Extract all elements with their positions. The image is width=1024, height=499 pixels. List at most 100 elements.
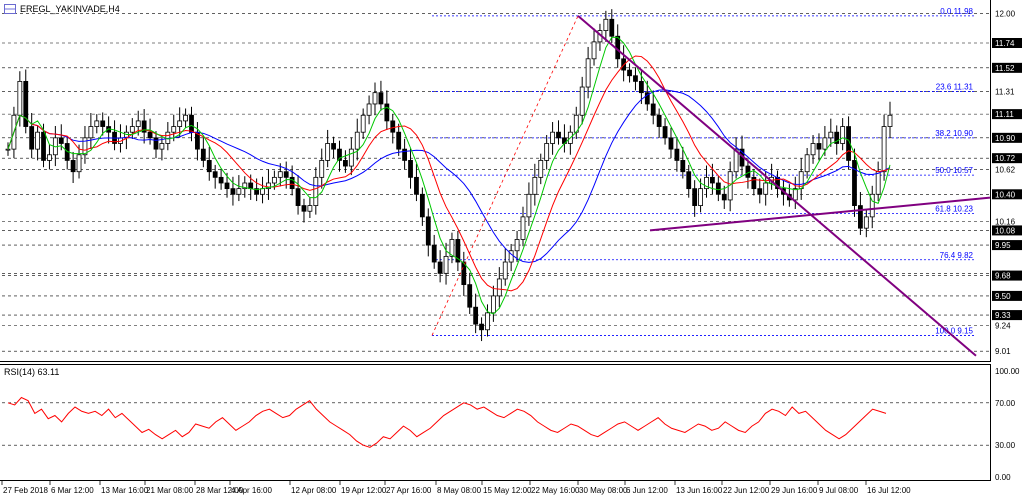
price-axis-label-highlighted: 10.40 xyxy=(995,190,1016,199)
candle-body xyxy=(490,295,496,314)
time-axis-label: 12 Apr 08:00 xyxy=(291,486,337,495)
candle-body xyxy=(47,154,52,161)
price-axis-label-highlighted: 9.95 xyxy=(995,241,1011,250)
time-axis-label: 19 Apr 12:00 xyxy=(341,486,387,495)
candle-body xyxy=(248,182,254,190)
time-axis-label: 6 Jun 12:00 xyxy=(626,486,668,495)
candle-body xyxy=(591,41,597,60)
candle-body xyxy=(680,160,686,173)
candle-body xyxy=(881,126,887,173)
candle-body xyxy=(319,160,325,178)
price-axis-label: 11.31 xyxy=(995,88,1015,97)
candle-body xyxy=(384,103,390,122)
candle-body xyxy=(129,126,135,133)
time-axis-label: 4 Apr 16:00 xyxy=(231,486,272,495)
candle-body xyxy=(526,193,532,218)
candle-body xyxy=(224,182,230,190)
fibonacci-label: 61.8 10.23 xyxy=(935,204,973,213)
price-axis-label: 9.01 xyxy=(995,347,1011,356)
time-axis-label: 30 May 08:00 xyxy=(579,486,628,495)
candle-body xyxy=(419,193,425,218)
candle-body xyxy=(745,165,751,178)
price-axis-label-highlighted: 10.72 xyxy=(995,154,1016,163)
candle-body xyxy=(544,143,550,161)
candle-body xyxy=(858,205,863,229)
price-axis-label-highlighted: 10.08 xyxy=(995,226,1016,235)
candle-body xyxy=(721,193,727,201)
candle-body xyxy=(757,188,763,195)
fibonacci-label: 76.4 9.82 xyxy=(940,251,974,260)
candle-body xyxy=(295,188,301,206)
candle-body xyxy=(603,18,609,31)
candle-body xyxy=(715,182,721,195)
candle-body xyxy=(550,131,555,144)
candle-body xyxy=(58,137,64,144)
candle-body xyxy=(35,131,40,150)
candle-body xyxy=(230,188,236,195)
candle-body xyxy=(307,205,313,212)
price-axis-label-highlighted: 9.33 xyxy=(995,311,1011,320)
candle-body xyxy=(183,114,188,122)
price-axis-label-highlighted: 9.68 xyxy=(995,272,1011,281)
candle-body xyxy=(692,188,698,206)
candle-body xyxy=(662,126,668,139)
rsi-axis-label: 0.00 xyxy=(995,473,1011,482)
candle-body xyxy=(343,160,348,167)
candle-body xyxy=(331,143,336,150)
candle-body xyxy=(283,171,289,178)
candle-body xyxy=(372,92,378,105)
price-chart-canvas[interactable]: 12.00 11.74 11.52 11.31 11.11 10.90 10.72 10.62… xyxy=(0,0,1024,362)
candle-body xyxy=(840,126,846,144)
candle-body xyxy=(710,176,715,184)
candle-body xyxy=(763,182,769,195)
candle-body xyxy=(863,216,869,229)
time-axis-label: 27 Apr 16:00 xyxy=(386,486,432,495)
candle-body xyxy=(556,131,561,139)
candle-body xyxy=(153,137,159,150)
time-axis-label: 21 Mar 08:00 xyxy=(146,486,194,495)
candle-body xyxy=(804,154,810,173)
price-axis-label: 9.24 xyxy=(995,321,1011,330)
candle-body xyxy=(792,188,798,201)
ma-fast-line xyxy=(7,36,891,315)
candle-body xyxy=(496,278,502,297)
fibonacci-anchor-line xyxy=(431,15,579,336)
candle-body xyxy=(177,120,183,127)
price-chart-pane[interactable]: 12.00 11.74 11.52 11.31 11.11 10.90 10.72 10.62… xyxy=(0,0,1022,362)
candle-body xyxy=(301,205,307,212)
rsi-indicator-pane[interactable]: 100.00 70.00 30.00 0.00 xyxy=(0,364,1020,482)
price-axis-label: 12.00 xyxy=(995,10,1016,19)
price-axis-label-highlighted: 9.50 xyxy=(995,292,1011,301)
time-axis-label: 22 Jun 12:00 xyxy=(723,486,770,495)
candle-body xyxy=(396,131,402,150)
candle-body xyxy=(437,261,443,274)
candle-body xyxy=(189,114,194,133)
chart-window: 12.00 11.74 11.52 11.31 11.11 10.90 10.72 10.62… xyxy=(0,0,1024,499)
candle-body xyxy=(277,171,283,178)
time-axis-label: 6 Mar 12:00 xyxy=(51,486,94,495)
candle-body xyxy=(88,126,94,139)
rsi-label: RSI(14) 63.11 xyxy=(4,367,60,377)
rsi-axis-label: 30.00 xyxy=(995,441,1016,450)
candle-body xyxy=(810,143,816,156)
candle-body xyxy=(70,160,76,173)
candle-body xyxy=(414,176,419,195)
candle-body xyxy=(633,75,638,82)
rsi-canvas[interactable]: 100.00 70.00 30.00 0.00 xyxy=(0,365,1024,482)
candle-body xyxy=(875,171,881,195)
candle-body xyxy=(360,114,366,133)
candle-body xyxy=(816,143,822,150)
candle-body xyxy=(686,171,692,190)
candle-body xyxy=(532,176,538,195)
candle-body xyxy=(674,148,680,161)
candle-body xyxy=(698,188,703,206)
ma-slow-line xyxy=(7,89,891,263)
candle-body xyxy=(656,114,662,127)
candle-body xyxy=(609,18,615,37)
time-axis-label: 15 May 12:00 xyxy=(483,486,532,495)
fibonacci-label: 23.6 11.31 xyxy=(936,83,974,92)
candle-body xyxy=(579,86,585,116)
rsi-axis-label: 100.00 xyxy=(995,367,1020,376)
candle-body xyxy=(479,323,484,331)
candle-body xyxy=(538,160,544,178)
